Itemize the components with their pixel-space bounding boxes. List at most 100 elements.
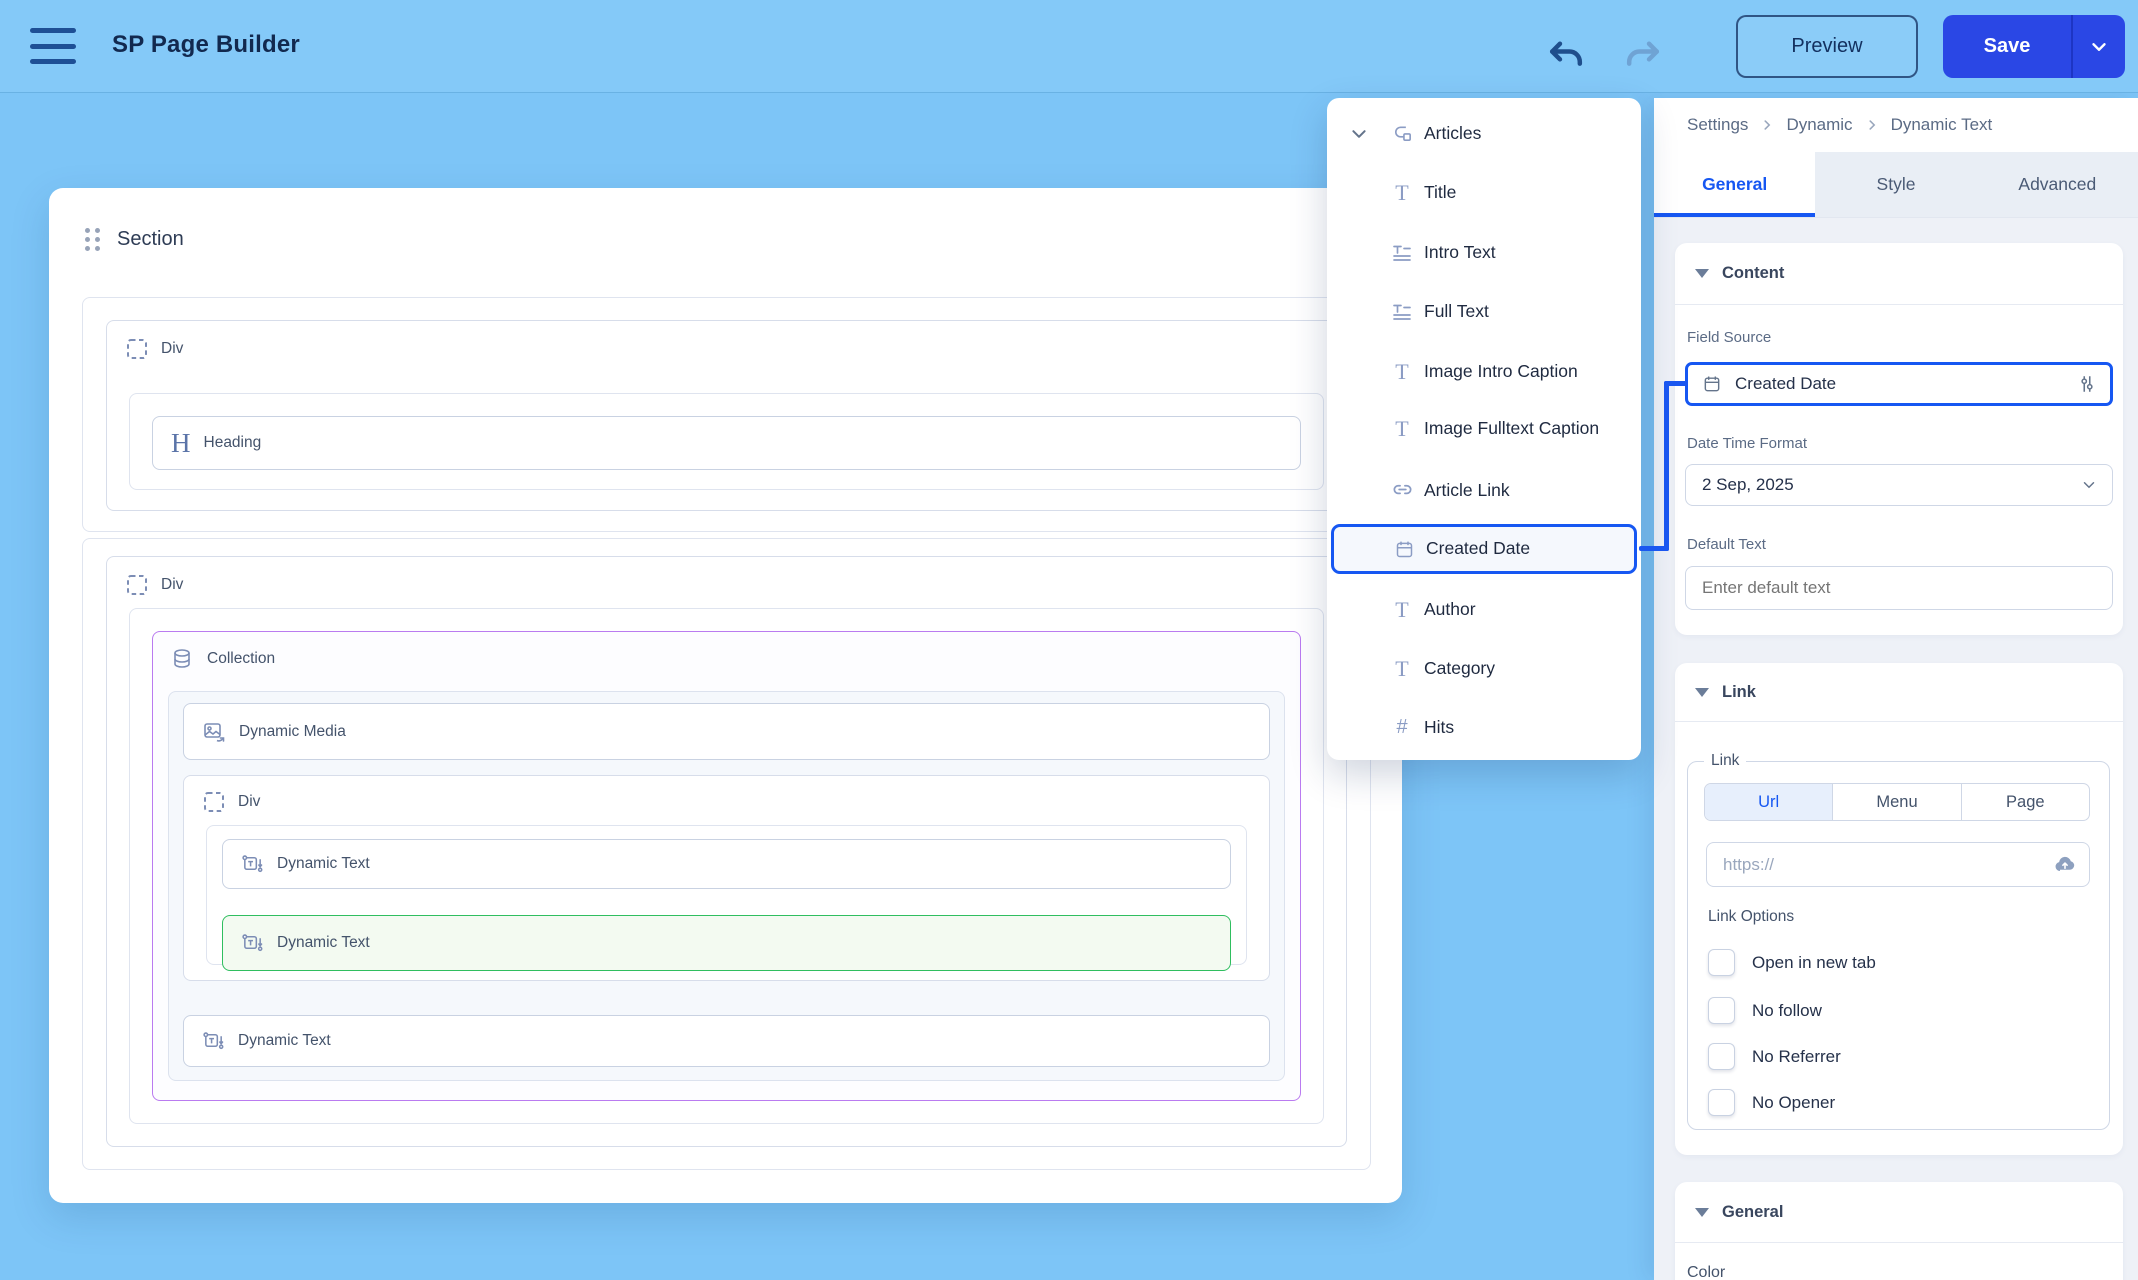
option-open-in-new-tab[interactable]: Open in new tab — [1708, 949, 1876, 976]
checkbox-icon[interactable] — [1708, 949, 1735, 976]
collection-node-header[interactable]: Collection — [170, 647, 275, 671]
segment-url[interactable]: Url — [1705, 784, 1833, 820]
div-icon — [126, 338, 148, 360]
undo-icon[interactable] — [1543, 36, 1589, 74]
tab-advanced[interactable]: Advanced — [1977, 152, 2138, 217]
breadcrumb-settings[interactable]: Settings — [1687, 115, 1748, 135]
collapse-triangle-icon — [1695, 688, 1709, 697]
connector-line — [1664, 381, 1688, 386]
dynamic-text-icon — [241, 853, 264, 876]
dropdown-item-articles[interactable]: Articles — [1327, 104, 1641, 163]
drag-handle-icon[interactable] — [85, 228, 100, 251]
text-icon: T — [1395, 599, 1408, 621]
general-card: General Color — [1675, 1182, 2123, 1280]
breadcrumb: Settings Dynamic Dynamic Text — [1654, 98, 2138, 152]
dynamic-field-dropdown: Articles T Title Intro Text Full Text T … — [1327, 98, 1641, 760]
articles-icon — [1391, 122, 1414, 145]
div-node-header[interactable]: Div — [203, 791, 260, 813]
dropdown-item-title[interactable]: T Title — [1327, 163, 1641, 222]
menu-icon[interactable] — [30, 28, 76, 64]
checkbox-icon[interactable] — [1708, 1043, 1735, 1070]
app-title: SP Page Builder — [112, 31, 300, 59]
text-icon: T — [1395, 658, 1408, 680]
link-options-label: Link Options — [1708, 908, 1794, 926]
section-card[interactable]: Section Div H Heading Div Collection — [49, 188, 1402, 1203]
div-node-header[interactable]: Div — [126, 574, 183, 596]
segment-page[interactable]: Page — [1962, 784, 2089, 820]
tab-general[interactable]: General — [1654, 152, 1815, 217]
dropdown-item-image-intro-caption[interactable]: T Image Intro Caption — [1327, 342, 1641, 401]
default-text-input[interactable] — [1702, 578, 2112, 598]
div-icon — [203, 791, 225, 813]
dropdown-item-category[interactable]: T Category — [1327, 639, 1641, 698]
text-icon: T — [1395, 418, 1408, 440]
option-no-follow[interactable]: No follow — [1708, 997, 1822, 1024]
save-button-label[interactable]: Save — [1943, 15, 2071, 78]
save-button[interactable]: Save — [1943, 15, 2125, 78]
default-text-input-wrap — [1685, 566, 2113, 610]
link-icon — [1391, 479, 1414, 502]
url-input-wrap — [1706, 842, 2090, 887]
section-label: Section — [117, 228, 184, 251]
sp-page-builder-app: SP Page Builder Preview Save Section Div… — [0, 0, 2138, 1280]
collapse-triangle-icon — [1695, 269, 1709, 278]
dropdown-item-article-link[interactable]: Article Link — [1327, 461, 1641, 520]
collapse-triangle-icon — [1695, 1208, 1709, 1217]
dropdown-item-image-fulltext-caption[interactable]: T Image Fulltext Caption — [1327, 396, 1641, 462]
section-header: Section — [85, 228, 184, 251]
url-input[interactable] — [1723, 855, 2053, 875]
link-section-toggle[interactable]: Link — [1675, 663, 2123, 722]
checkbox-icon[interactable] — [1708, 1089, 1735, 1116]
preview-button[interactable]: Preview — [1736, 15, 1918, 78]
paragraph-icon — [1391, 301, 1413, 323]
option-no-opener[interactable]: No Opener — [1708, 1089, 1835, 1116]
link-fieldset-label: Link — [1704, 752, 1746, 770]
checkbox-icon[interactable] — [1708, 997, 1735, 1024]
link-fieldset: Link Url Menu Page Link Options Open in … — [1687, 761, 2110, 1130]
content-section-toggle[interactable]: Content — [1675, 243, 2123, 305]
sliders-icon[interactable] — [2076, 373, 2098, 395]
dropdown-item-intro-text[interactable]: Intro Text — [1327, 223, 1641, 282]
heading-icon: H — [171, 430, 191, 457]
color-label: Color — [1687, 1264, 1725, 1280]
calendar-icon — [1702, 374, 1722, 394]
settings-panel: Settings Dynamic Dynamic Text General St… — [1654, 98, 2138, 1280]
top-toolbar: SP Page Builder Preview Save — [0, 0, 2138, 93]
breadcrumb-dynamic[interactable]: Dynamic — [1786, 115, 1852, 135]
dropdown-item-hits[interactable]: # Hits — [1327, 698, 1641, 757]
chevron-down-icon — [2088, 36, 2110, 58]
connector-line — [1664, 381, 1669, 551]
dynamic-text-icon — [241, 932, 264, 955]
default-text-label: Default Text — [1687, 536, 1766, 553]
dropdown-item-full-text[interactable]: Full Text — [1327, 282, 1641, 341]
hash-icon: # — [1396, 716, 1407, 739]
redo-icon[interactable] — [1620, 36, 1666, 74]
dropdown-item-created-date[interactable]: Created Date — [1331, 524, 1637, 574]
save-options-caret[interactable] — [2071, 15, 2125, 78]
dynamic-text-node[interactable]: Dynamic Text — [183, 1015, 1270, 1067]
link-type-segmented-control: Url Menu Page — [1704, 783, 2090, 821]
date-format-select[interactable]: 2 Sep, 2025 — [1685, 464, 2113, 506]
chevron-right-icon — [1760, 118, 1774, 132]
link-card: Link Link Url Menu Page Link Options Ope… — [1675, 663, 2123, 1155]
chevron-down-icon — [2080, 476, 2098, 494]
dynamic-media-icon — [202, 720, 226, 744]
cloud-upload-icon[interactable] — [2053, 853, 2077, 877]
chevron-down-icon[interactable] — [1350, 125, 1368, 143]
segment-menu[interactable]: Menu — [1833, 784, 1961, 820]
heading-node[interactable]: H Heading — [152, 416, 1301, 470]
general-section-toggle[interactable]: General — [1675, 1182, 2123, 1243]
chevron-right-icon — [1865, 118, 1879, 132]
tab-style[interactable]: Style — [1815, 152, 1976, 217]
content-card: Content Field Source Created Date Date T… — [1675, 243, 2123, 635]
dropdown-item-author[interactable]: T Author — [1327, 580, 1641, 639]
field-source-select[interactable]: Created Date — [1685, 362, 2113, 406]
dynamic-text-node-selected[interactable]: Dynamic Text — [222, 915, 1231, 971]
dynamic-media-node[interactable]: Dynamic Media — [183, 703, 1270, 760]
breadcrumb-dynamic-text[interactable]: Dynamic Text — [1891, 115, 1993, 135]
text-icon: T — [1395, 361, 1408, 383]
div-node-header[interactable]: Div — [126, 338, 183, 360]
date-format-label: Date Time Format — [1687, 435, 1807, 452]
option-no-referrer[interactable]: No Referrer — [1708, 1043, 1841, 1070]
dynamic-text-node[interactable]: Dynamic Text — [222, 839, 1231, 889]
